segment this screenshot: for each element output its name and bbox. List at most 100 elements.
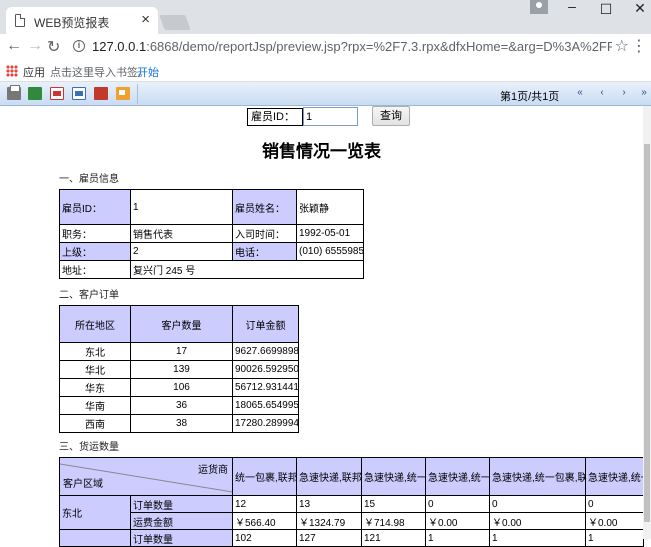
metric-label: 订单数量 <box>130 529 233 547</box>
url-host: 127.0.0.1 <box>92 39 147 54</box>
orders-count: 36 <box>130 396 233 415</box>
order-count: 15 <box>361 495 426 513</box>
orders-header-amount: 订单金额 <box>232 305 299 343</box>
order-count: 121 <box>361 529 426 547</box>
employee-hire-value: 1992-05-01 <box>296 224 364 243</box>
employee-table: 雇员ID： 1 雇员姓名： 张颖静 职务： 销售代表 入司时间： 1992-05… <box>59 189 364 279</box>
order-count: 0 <box>585 495 644 513</box>
last-page-icon[interactable]: » <box>637 87 651 98</box>
apps-grid-icon[interactable] <box>6 65 18 77</box>
orders-amount: 90026.592950 <box>232 360 299 379</box>
table-row: 东北 17 9627.6699898 <box>59 342 299 361</box>
orders-header-region: 所在地区 <box>59 305 131 343</box>
next-page-icon[interactable]: › <box>617 87 631 98</box>
region-cell: 东北 <box>59 495 131 530</box>
menu-icon[interactable]: ⋮ <box>631 36 647 56</box>
employee-title-value: 销售代表 <box>130 224 233 243</box>
info-icon[interactable]: i <box>73 40 85 52</box>
excel-export-icon[interactable] <box>28 87 42 100</box>
order-count: 12 <box>232 495 297 513</box>
employee-id-input[interactable] <box>303 107 358 126</box>
employee-addr-label: 地址： <box>59 260 131 279</box>
region-axis-label: 客户区域 <box>63 479 103 490</box>
browser-tab-strip: WEB预览报表 × – ☐ ✕ <box>0 0 651 34</box>
orders-header-count: 客户数量 <box>130 305 233 343</box>
maximize-icon[interactable]: ☐ <box>596 1 616 18</box>
table-row: 西南 38 17280.289994 <box>59 414 299 433</box>
section-customer-orders: 二、客户订单 <box>59 290 119 301</box>
freight-amount: ￥0.00 <box>585 512 644 530</box>
reload-icon[interactable]: ↻ <box>47 37 60 57</box>
first-page-icon[interactable]: « <box>573 87 587 98</box>
vertical-scrollbar[interactable] <box>643 106 651 539</box>
employee-boss-value: 2 <box>130 242 233 261</box>
carrier-axis-label: 运货商 <box>198 465 228 476</box>
orders-region: 西南 <box>59 414 131 433</box>
bookmark-start-link[interactable]: 开始 <box>137 64 159 80</box>
print-icon[interactable] <box>7 85 21 100</box>
order-count: 0 <box>489 495 586 513</box>
report-toolbar: 第1页/共1页 « ‹ › » <box>0 82 651 106</box>
back-icon[interactable]: ← <box>6 37 22 55</box>
employee-addr-value: 复兴门 245 号 <box>130 260 364 279</box>
query-button[interactable]: 查询 <box>372 106 410 126</box>
shipping-corner-cell: 运货商 客户区域 <box>59 457 233 496</box>
employee-phone-label: 电话： <box>232 242 297 261</box>
freight-amount: ￥0.00 <box>489 512 586 530</box>
orders-count: 38 <box>130 414 233 433</box>
employee-phone-value: (010) 6555985 <box>296 242 364 261</box>
employee-name-value: 张颖静 <box>296 189 364 225</box>
order-count: 102 <box>232 529 297 547</box>
bookmarks-bar: 应用 点击这里导入书签。 开始 <box>0 60 651 82</box>
table-row: 华东 106 56712.931441 <box>59 378 299 397</box>
profile-icon[interactable] <box>530 0 548 14</box>
employee-title-label: 职务： <box>59 224 131 243</box>
orders-region: 华北 <box>59 360 131 379</box>
document-icon <box>15 14 25 27</box>
orders-region: 华南 <box>59 396 131 415</box>
minimize-icon[interactable]: – <box>562 0 582 14</box>
shipping-table: 运货商 客户区域 统一包裹,联邦货 急速快递,联邦货 急速快递,统一包 急速快递… <box>59 457 644 547</box>
section-shipping: 三、货运数量 <box>59 442 119 453</box>
page-info: 第1页/共1页 <box>500 91 560 103</box>
table-row: 运费金额 ￥566.40 ￥1324.79 ￥714.98 ￥0.00 ￥0.0… <box>60 512 644 530</box>
new-tab-button[interactable] <box>159 15 191 30</box>
section-employee-info: 一、雇员信息 <box>59 174 119 185</box>
orders-amount: 56712.931441 <box>232 378 299 397</box>
carrier-header: 统一包裹,联邦货 <box>232 457 297 496</box>
browser-tab[interactable]: WEB预览报表 × <box>6 7 158 34</box>
bookmark-import-hint[interactable]: 点击这里导入书签。 <box>50 64 149 80</box>
url-text[interactable]: 127.0.0.1:6868/demo/reportJsp/preview.js… <box>92 39 612 54</box>
orders-table: 所在地区 客户数量 订单金额 东北 17 9627.6699898 华北 139… <box>59 305 299 433</box>
browser-toolbar: ← → ↻ i 127.0.0.1:6868/demo/reportJsp/pr… <box>0 34 651 60</box>
text-export-icon[interactable] <box>116 87 130 100</box>
carrier-header: 急速快递,统一包裹,联邦 <box>489 457 586 496</box>
employee-id-value: 1 <box>130 189 233 225</box>
employee-hire-label: 入司时间： <box>232 224 297 243</box>
order-count: 1 <box>489 529 586 547</box>
table-row: 华北 139 90026.592950 <box>59 360 299 379</box>
employee-id-label-cell: 雇员ID： <box>59 189 131 225</box>
freight-amount: ￥0.00 <box>425 512 490 530</box>
freight-amount: ￥1324.79 <box>296 512 362 530</box>
order-count: 13 <box>296 495 362 513</box>
order-count: 1 <box>585 529 644 547</box>
order-count: 127 <box>296 529 362 547</box>
window-close-icon[interactable]: ✕ <box>630 0 650 17</box>
scrollbar-thumb[interactable] <box>644 144 650 522</box>
address-bar[interactable]: i 127.0.0.1:6868/demo/reportJsp/preview.… <box>64 36 651 58</box>
tab-close-icon[interactable]: × <box>141 11 150 28</box>
star-icon[interactable]: ☆ <box>615 36 629 56</box>
toolbar-separator <box>137 84 138 104</box>
direct-print-icon[interactable] <box>94 87 108 100</box>
bookmark-apps[interactable]: 应用 <box>23 64 45 80</box>
table-row: 订单数量 102 127 121 1 1 1 <box>59 529 644 547</box>
pdf-export-icon[interactable] <box>50 87 64 100</box>
orders-region: 华东 <box>59 378 131 397</box>
orders-region: 东北 <box>59 342 131 361</box>
forward-icon[interactable]: → <box>27 37 43 55</box>
word-export-icon[interactable] <box>72 87 86 100</box>
prev-page-icon[interactable]: ‹ <box>595 87 609 98</box>
url-path: :6868/demo/reportJsp/preview.jsp?rpx=%2F… <box>146 39 612 54</box>
orders-count: 106 <box>130 378 233 397</box>
